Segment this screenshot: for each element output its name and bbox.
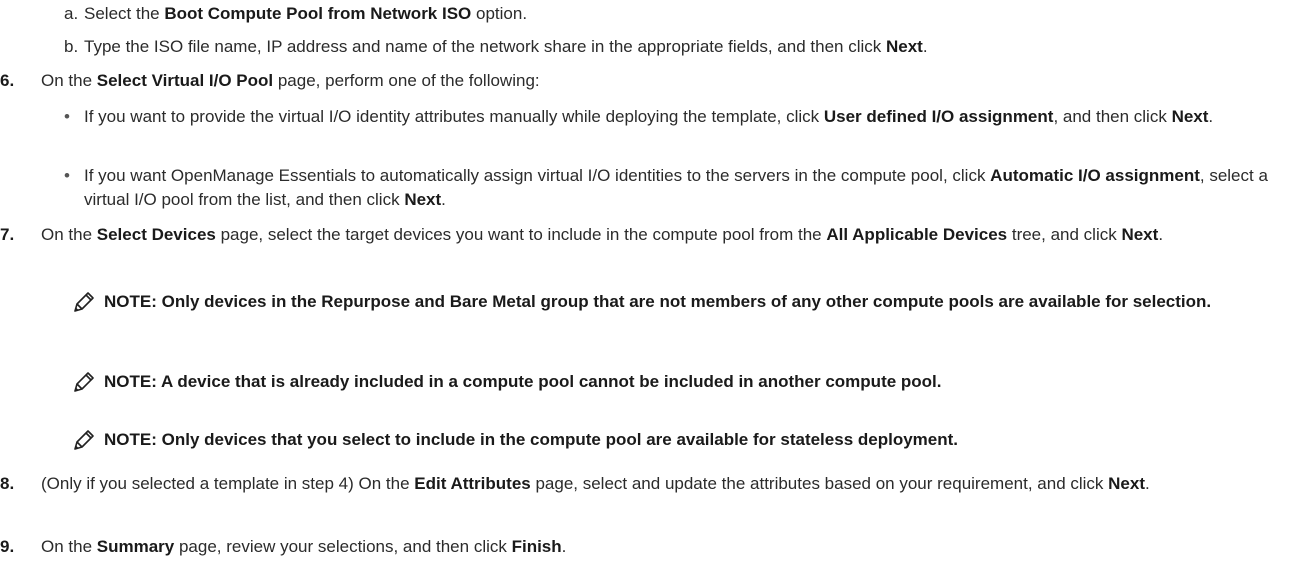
substep-b: b. Type the ISO file name, IP address an… [0,35,1306,59]
substep-text: Select the Boot Compute Pool from Networ… [84,4,528,23]
substep-text: Type the ISO file name, IP address and n… [84,37,928,56]
step-number: 9. [0,537,15,556]
note-1: NOTE: Only devices in the Repurpose and … [0,290,1306,340]
note-text: NOTE: Only devices that you select to in… [104,430,958,449]
document-page: a. Select the Boot Compute Pool from Net… [0,0,1316,586]
bullet-item: • If you want to provide the virtual I/O… [0,105,1306,153]
step-number: 8. [0,474,15,493]
step-text: On the Summary page, review your selecti… [41,537,567,556]
substep-letter: a. [64,4,79,23]
bullet-text: If you want OpenManage Essentials to aut… [84,166,1268,209]
pencil-note-icon [74,292,94,312]
pencil-note-icon [74,372,94,392]
note-text: NOTE: A device that is already included … [104,372,942,391]
bullet-dot: • [64,166,70,185]
pencil-note-icon [74,430,94,450]
bullet-item: • If you want OpenManage Essentials to a… [0,164,1306,212]
step-7: 7. On the Select Devices page, select th… [0,223,1306,271]
substep-a: a. Select the Boot Compute Pool from Net… [0,2,1306,26]
note-2: NOTE: A device that is already included … [0,370,1306,396]
step-number: 6. [0,71,15,90]
step-number: 7. [0,225,15,244]
substep-letter: b. [64,37,79,56]
bullet-dot: • [64,107,70,126]
note-text: NOTE: Only devices in the Repurpose and … [104,292,1212,311]
step-9: 9. On the Summary page, review your sele… [0,535,1306,559]
step-text: (Only if you selected a template in step… [41,474,1150,493]
note-3: NOTE: Only devices that you select to in… [0,428,1306,454]
bullet-text: If you want to provide the virtual I/O i… [84,107,1214,126]
step-6: 6. On the Select Virtual I/O Pool page, … [0,69,1306,93]
step-text: On the Select Devices page, select the t… [41,225,1164,244]
step-text: On the Select Virtual I/O Pool page, per… [41,71,540,90]
step-8: 8. (Only if you selected a template in s… [0,472,1306,520]
